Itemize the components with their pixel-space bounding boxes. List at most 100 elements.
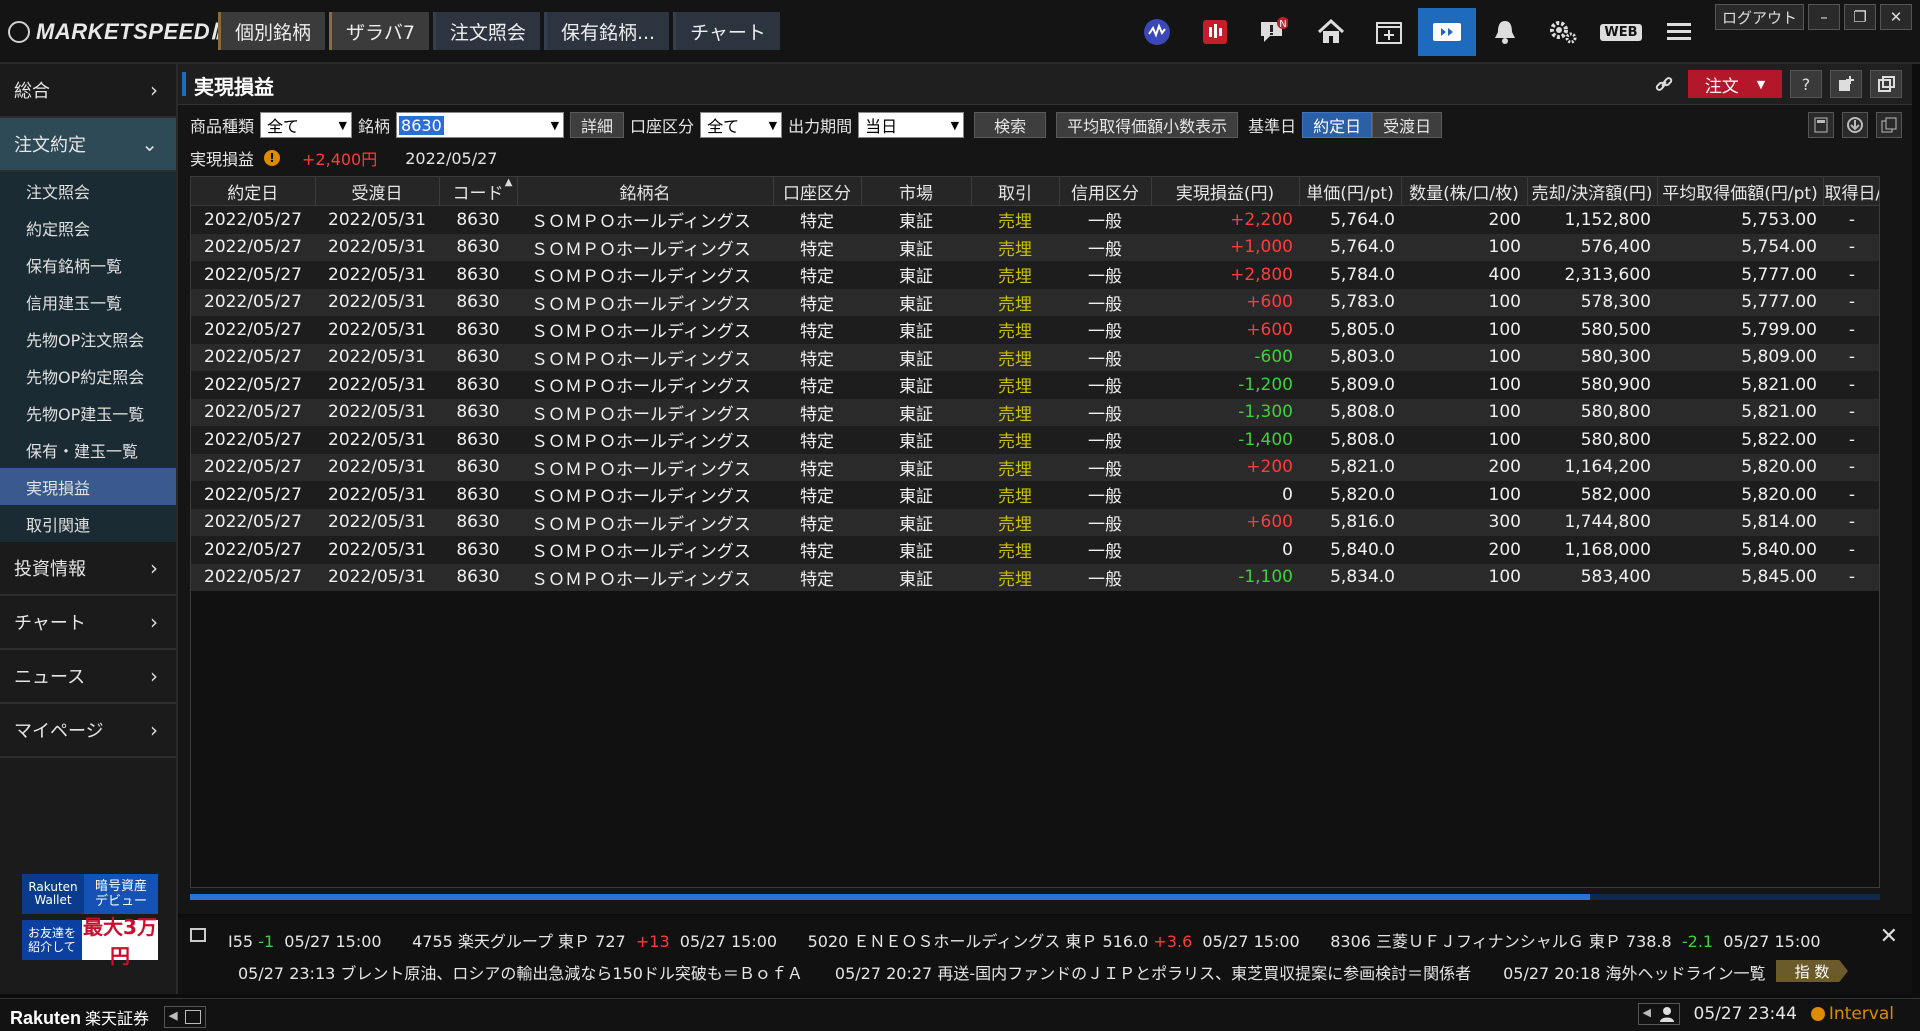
link-icon[interactable]	[1648, 70, 1680, 98]
avg-decimal-button[interactable]: 平均取得価額小数表示	[1056, 112, 1239, 138]
add-panel-icon[interactable]	[1830, 70, 1862, 98]
promo-referral-banner[interactable]: お友達を 紹介して 最大3万円	[22, 915, 158, 968]
table-row[interactable]: 2022/05/27 2022/05/31 8630 ＳＯＭＰＯホールディングス 特定東…	[191, 261, 1879, 289]
col-header-margin-type[interactable]: 信用区分	[1059, 177, 1152, 206]
table-row[interactable]: 2022/05/27 2022/05/31 8630 ＳＯＭＰＯホールディングス 特定東…	[191, 233, 1879, 261]
col-header-settle-date[interactable]: 受渡日	[315, 177, 440, 206]
table-row[interactable]: 2022/05/27 2022/05/31 8630 ＳＯＭＰＯホールディングス 特定東…	[191, 536, 1879, 564]
close-button[interactable]: ✕	[1880, 4, 1912, 30]
sidebar-section-chart[interactable]: チャート ›	[0, 596, 176, 650]
table-row[interactable]: 2022/05/27 2022/05/31 8630 ＳＯＭＰＯホールディングス 特定東…	[191, 398, 1879, 426]
table-row[interactable]: 2022/05/27 2022/05/31 8630 ＳＯＭＰＯホールディングス 特定東…	[191, 316, 1879, 344]
base-settle-date-button[interactable]: 受渡日	[1372, 112, 1443, 138]
help-button[interactable]: ?	[1790, 70, 1822, 98]
logout-button[interactable]: ログアウト	[1714, 4, 1804, 30]
sidebar-item-trading-related[interactable]: 取引関連	[0, 505, 176, 542]
nav-tab-orders[interactable]: 注文照会	[432, 12, 540, 50]
news-ticker[interactable]: 05/27 23:13 ブレント原油、ロシアの輸出急減なら150ドル突破も＝Ｂｏ…	[238, 960, 1834, 984]
table-row[interactable]: 2022/05/27 2022/05/31 8630 ＳＯＭＰＯホールディングス 特定東…	[191, 426, 1879, 454]
col-header-trade[interactable]: 取引	[971, 177, 1060, 206]
cell-sale-amount: 580,800	[1527, 426, 1657, 454]
cell-code: 8630	[439, 261, 517, 289]
sidebar-item-realized-pnl[interactable]: 実現損益	[0, 468, 176, 505]
col-header-acquired-date[interactable]: 取得日/	[1823, 177, 1879, 206]
sidebar-section-orders[interactable]: 注文約定 ⌄	[0, 118, 176, 172]
table-row[interactable]: 2022/05/27 2022/05/31 8630 ＳＯＭＰＯホールディングス 特定東…	[191, 508, 1879, 536]
table-row[interactable]: 2022/05/27 2022/05/31 8630 ＳＯＭＰＯホールディングス 特定東…	[191, 288, 1879, 316]
cell-sale-amount: 576,400	[1527, 233, 1657, 261]
cell-trade: 売埋	[971, 481, 1059, 509]
sidebar-section-news[interactable]: ニュース ›	[0, 650, 176, 704]
cell-unit-price: 5,783.0	[1299, 288, 1401, 316]
sidebar-item-order-inquiry[interactable]: 注文照会	[0, 172, 176, 209]
alert-icon[interactable]: N	[1244, 8, 1302, 56]
nav-tab-individual[interactable]: 個別銘柄	[218, 12, 326, 50]
scrollbar-thumb[interactable]	[190, 894, 1590, 900]
restore-button[interactable]: ❐	[1844, 4, 1876, 30]
table-row[interactable]: 2022/05/27 2022/05/31 8630 ＳＯＭＰＯホールディングス 特定東…	[191, 205, 1879, 234]
user-status-icon[interactable]: ◀	[1637, 1003, 1680, 1025]
calculator-icon[interactable]	[1808, 112, 1834, 138]
sidebar-item-margin-positions[interactable]: 信用建玉一覧	[0, 283, 176, 320]
col-header-trade-date[interactable]: 約定日	[191, 177, 316, 206]
download-icon[interactable]	[1842, 112, 1868, 138]
sidebar-item-futures-positions[interactable]: 先物OP建玉一覧	[0, 394, 176, 431]
symbol-input[interactable]: 8630 ▼	[396, 112, 565, 138]
web-icon[interactable]: WEB	[1592, 8, 1650, 56]
add-window-icon[interactable]	[1360, 8, 1418, 56]
bell-icon[interactable]	[1476, 8, 1534, 56]
monitor-icon[interactable]	[1418, 8, 1476, 56]
toggle-panel-icon[interactable]: ◀	[164, 1006, 207, 1029]
chevron-down-icon: ⌄	[141, 132, 158, 156]
sidebar-item-futures-executions[interactable]: 先物OP約定照会	[0, 357, 176, 394]
sidebar-item-futures-orders[interactable]: 先物OP注文照会	[0, 320, 176, 357]
col-header-name[interactable]: 銘柄名	[517, 177, 774, 206]
sidebar-section-mypage[interactable]: マイページ ›	[0, 704, 176, 758]
cell-quantity: 100	[1401, 426, 1527, 454]
col-header-unit-price[interactable]: 単価(円/pt)	[1299, 177, 1402, 206]
table-row[interactable]: 2022/05/27 2022/05/31 8630 ＳＯＭＰＯホールディングス 特定東…	[191, 481, 1879, 509]
period-select[interactable]: 当日 ▼	[858, 112, 965, 138]
ticker-window-icon[interactable]	[190, 928, 206, 942]
update-mode[interactable]: Interval	[1810, 1004, 1894, 1024]
search-button[interactable]: 検索	[974, 112, 1047, 138]
order-button[interactable]: 注文 ▼	[1688, 70, 1782, 98]
promo-wallet-banner[interactable]: Rakuten Wallet 暗号資産 デビュー	[22, 874, 158, 914]
col-header-code[interactable]: コード ▲	[439, 177, 518, 206]
sidebar-item-execution-inquiry[interactable]: 約定照会	[0, 209, 176, 246]
table-row[interactable]: 2022/05/27 2022/05/31 8630 ＳＯＭＰＯホールディングス 特定東…	[191, 453, 1879, 481]
index-button[interactable]: 指 数	[1776, 960, 1848, 982]
close-icon[interactable]: ✕	[1880, 924, 1898, 949]
home-icon[interactable]	[1302, 8, 1360, 56]
stock-ticker[interactable]: I55 -1 05/27 15:00 4755 楽天グループ 東Ｐ 727 +1…	[228, 928, 1821, 952]
sidebar-section-investment-info[interactable]: 投資情報 ›	[0, 542, 176, 596]
warning-icon[interactable]: !	[264, 150, 281, 166]
menu-icon[interactable]	[1650, 8, 1708, 56]
nav-tab-chart[interactable]: チャート	[673, 12, 780, 50]
settings-icon[interactable]	[1534, 8, 1592, 56]
col-header-market[interactable]: 市場	[861, 177, 972, 206]
sidebar-item-holdings[interactable]: 保有銘柄一覧	[0, 246, 176, 283]
sidebar-section-summary[interactable]: 総合 ›	[0, 64, 176, 118]
base-trade-date-button[interactable]: 約定日	[1302, 112, 1373, 138]
col-header-sale-amount[interactable]: 売却/決済額(円)	[1527, 177, 1658, 206]
detail-button[interactable]: 詳細	[570, 112, 625, 138]
horizontal-scrollbar[interactable]	[190, 894, 1880, 900]
col-header-avg-cost[interactable]: 平均取得価額(円/pt)	[1657, 177, 1824, 206]
minimize-button[interactable]: –	[1808, 4, 1840, 30]
popout-icon[interactable]	[1870, 70, 1902, 98]
nav-tab-holdings[interactable]: 保有銘柄...	[543, 12, 670, 50]
copy-icon[interactable]	[1876, 112, 1902, 138]
market-wave-icon[interactable]	[1128, 8, 1186, 56]
table-row[interactable]: 2022/05/27 2022/05/31 8630 ＳＯＭＰＯホールディングス 特定東…	[191, 563, 1879, 591]
table-row[interactable]: 2022/05/27 2022/05/31 8630 ＳＯＭＰＯホールディングス 特定東…	[191, 371, 1879, 399]
product-type-select[interactable]: 全て ▼	[260, 112, 353, 138]
table-row[interactable]: 2022/05/27 2022/05/31 8630 ＳＯＭＰＯホールディングス 特定東…	[191, 343, 1879, 371]
col-header-quantity[interactable]: 数量(株/口/枚)	[1401, 177, 1528, 206]
col-header-realized-pnl[interactable]: 実現損益(円)	[1151, 177, 1300, 206]
candlestick-icon[interactable]	[1186, 8, 1244, 56]
nav-tab-zaraba[interactable]: ザラバ7	[329, 12, 429, 50]
account-type-select[interactable]: 全て ▼	[700, 112, 783, 138]
col-header-account[interactable]: 口座区分	[773, 177, 862, 206]
sidebar-item-all-positions[interactable]: 保有・建玉一覧	[0, 431, 176, 468]
